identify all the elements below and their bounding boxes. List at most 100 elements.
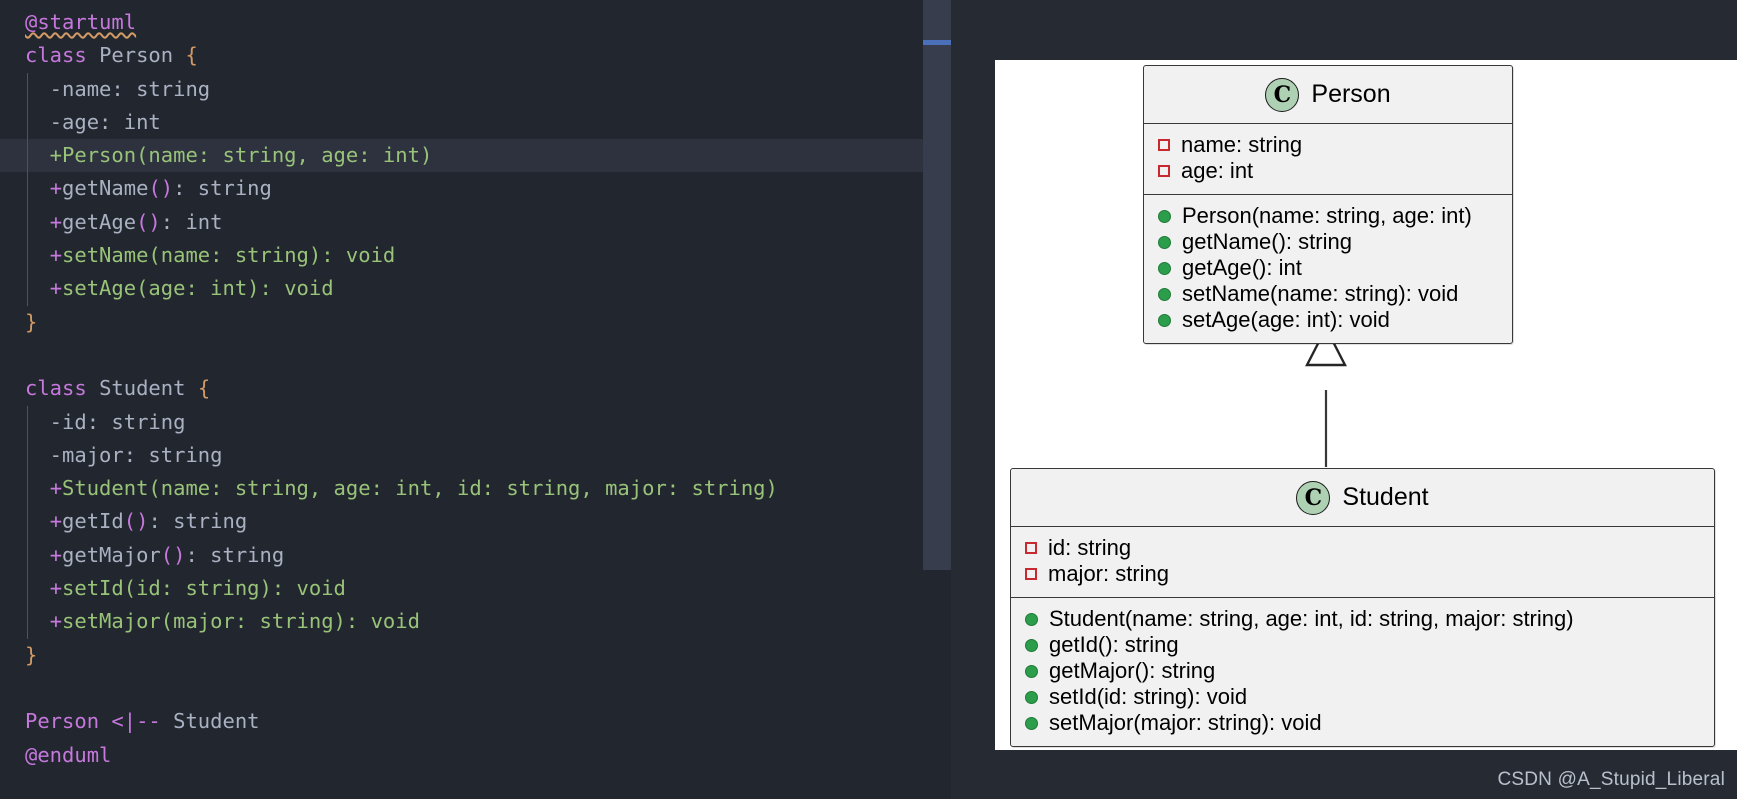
code-line[interactable]: -major: string bbox=[0, 438, 923, 473]
code-line[interactable]: @enduml bbox=[0, 739, 923, 772]
code-token: + bbox=[49, 509, 63, 534]
editor-scrollbar-thumb[interactable] bbox=[923, 0, 951, 570]
public-marker-icon bbox=[1158, 235, 1171, 249]
public-marker-icon bbox=[1158, 313, 1171, 327]
code-line[interactable]: +setAge(age: int): void bbox=[0, 272, 923, 306]
code-token: + bbox=[49, 542, 63, 567]
uml-field-list-person: name: string age: int bbox=[1144, 124, 1512, 195]
uml-field-label: name: string bbox=[1181, 132, 1303, 157]
uml-method-row: getAge(): int bbox=[1158, 255, 1498, 281]
uml-method-label: Student(name: string, age: int, id: stri… bbox=[1049, 606, 1574, 631]
code-line[interactable]: +Student(name: string, age: int, id: str… bbox=[0, 472, 923, 506]
uml-method-row: Student(name: string, age: int, id: stri… bbox=[1025, 606, 1700, 632]
indent-guide bbox=[27, 105, 28, 140]
code-token: @enduml bbox=[25, 742, 112, 767]
indent-guide bbox=[27, 272, 28, 306]
uml-class-header-student: C Student bbox=[1011, 469, 1714, 527]
uml-class-student[interactable]: C Student id: string major: string Stude… bbox=[1010, 468, 1715, 747]
code-text-area[interactable]: @startuml class Person { -name: string -a… bbox=[0, 0, 923, 799]
code-token: -age: int bbox=[25, 109, 161, 134]
code-token: setName(name: string): void bbox=[62, 243, 396, 268]
uml-field-row: major: string bbox=[1025, 561, 1700, 587]
indent-guide bbox=[27, 139, 28, 173]
code-token: + bbox=[49, 176, 63, 201]
uml-class-header-person: C Person bbox=[1144, 66, 1512, 124]
uml-method-label: setMajor(major: string): void bbox=[1049, 710, 1322, 735]
private-marker-icon bbox=[1158, 165, 1170, 177]
uml-field-label: id: string bbox=[1048, 535, 1132, 560]
uml-diagram-canvas[interactable]: C Person name: string age: int Person(na… bbox=[995, 60, 1737, 750]
code-line[interactable]: @startuml bbox=[0, 6, 923, 39]
code-line[interactable]: class Student { bbox=[0, 372, 923, 405]
code-token: class bbox=[25, 376, 100, 401]
code-token: () bbox=[160, 542, 186, 567]
code-token: Person bbox=[25, 709, 112, 734]
uml-method-label: getName(): string bbox=[1182, 229, 1352, 254]
code-token: Student bbox=[99, 376, 198, 401]
private-marker-icon bbox=[1025, 542, 1037, 554]
code-line[interactable]: } bbox=[0, 306, 923, 339]
code-token: @startuml bbox=[25, 10, 137, 34]
code-line[interactable]: Person <|-- Student bbox=[0, 705, 923, 738]
code-token: : string bbox=[173, 176, 272, 201]
code-line[interactable]: +setName(name: string): void bbox=[0, 239, 923, 273]
code-line[interactable]: +getAge(): int bbox=[0, 205, 923, 240]
code-token: -name: string bbox=[25, 76, 211, 101]
indent-guide bbox=[27, 205, 28, 240]
code-token: : string bbox=[185, 542, 285, 567]
uml-method-row: getId(): string bbox=[1025, 632, 1700, 658]
uml-field-row: age: int bbox=[1158, 158, 1498, 184]
class-badge-icon: C bbox=[1296, 480, 1331, 515]
code-line[interactable]: } bbox=[0, 639, 923, 672]
code-token: { bbox=[185, 43, 198, 68]
code-line[interactable]: -id: string bbox=[0, 405, 923, 439]
uml-field-row: name: string bbox=[1158, 132, 1498, 158]
code-editor-pane[interactable]: @startuml class Person { -name: string -a… bbox=[0, 0, 923, 799]
code-line[interactable]: +getId(): string bbox=[0, 505, 923, 539]
code-token: +Person(name: string, age: int) bbox=[25, 143, 433, 168]
code-line[interactable]: class Person { bbox=[0, 39, 923, 72]
indent-guide bbox=[27, 438, 28, 473]
indent-guide bbox=[27, 505, 28, 539]
code-line[interactable] bbox=[0, 672, 923, 705]
code-token: () bbox=[148, 176, 174, 201]
code-token: + bbox=[49, 209, 63, 234]
uml-method-label: setAge(age: int): void bbox=[1182, 307, 1390, 332]
uml-field-label: age: int bbox=[1181, 158, 1254, 183]
indent-guide bbox=[27, 605, 28, 639]
uml-method-row: getName(): string bbox=[1158, 229, 1498, 255]
public-marker-icon bbox=[1158, 209, 1171, 223]
indent-guide bbox=[27, 472, 28, 506]
public-marker-icon bbox=[1025, 716, 1038, 730]
diagram-preview-pane[interactable]: C Person name: string age: int Person(na… bbox=[951, 0, 1737, 799]
uml-method-row: setName(name: string): void bbox=[1158, 281, 1498, 307]
uml-method-list-student: Student(name: string, age: int, id: stri… bbox=[1011, 598, 1714, 746]
code-token: getMajor bbox=[62, 542, 161, 567]
uml-method-row: Person(name: string, age: int) bbox=[1158, 203, 1498, 229]
code-line[interactable]: +getName(): string bbox=[0, 172, 923, 206]
code-token: class bbox=[25, 43, 100, 68]
indent-guide bbox=[27, 72, 28, 106]
public-marker-icon bbox=[1025, 664, 1038, 678]
indent-guide bbox=[27, 405, 28, 439]
editor-scrollbar-track[interactable] bbox=[923, 0, 951, 799]
code-token: Student(name: string, age: int, id: stri… bbox=[62, 476, 778, 501]
code-token: () bbox=[136, 209, 161, 234]
code-token: : int bbox=[160, 209, 223, 234]
code-line[interactable]: +setId(id: string): void bbox=[0, 572, 923, 606]
uml-class-person[interactable]: C Person name: string age: int Person(na… bbox=[1143, 65, 1513, 344]
code-line[interactable]: -age: int bbox=[0, 105, 923, 140]
code-line[interactable]: +Person(name: string, age: int) bbox=[0, 139, 923, 173]
code-line[interactable] bbox=[0, 339, 923, 372]
code-line[interactable]: +setMajor(major: string): void bbox=[0, 605, 923, 639]
code-token: } bbox=[25, 309, 38, 334]
public-marker-icon bbox=[1158, 261, 1171, 275]
code-line[interactable]: -name: string bbox=[0, 72, 923, 106]
code-token: + bbox=[49, 576, 63, 601]
code-token: Student bbox=[160, 709, 260, 734]
code-token: + bbox=[49, 276, 63, 301]
code-line[interactable]: +getMajor(): string bbox=[0, 538, 923, 573]
